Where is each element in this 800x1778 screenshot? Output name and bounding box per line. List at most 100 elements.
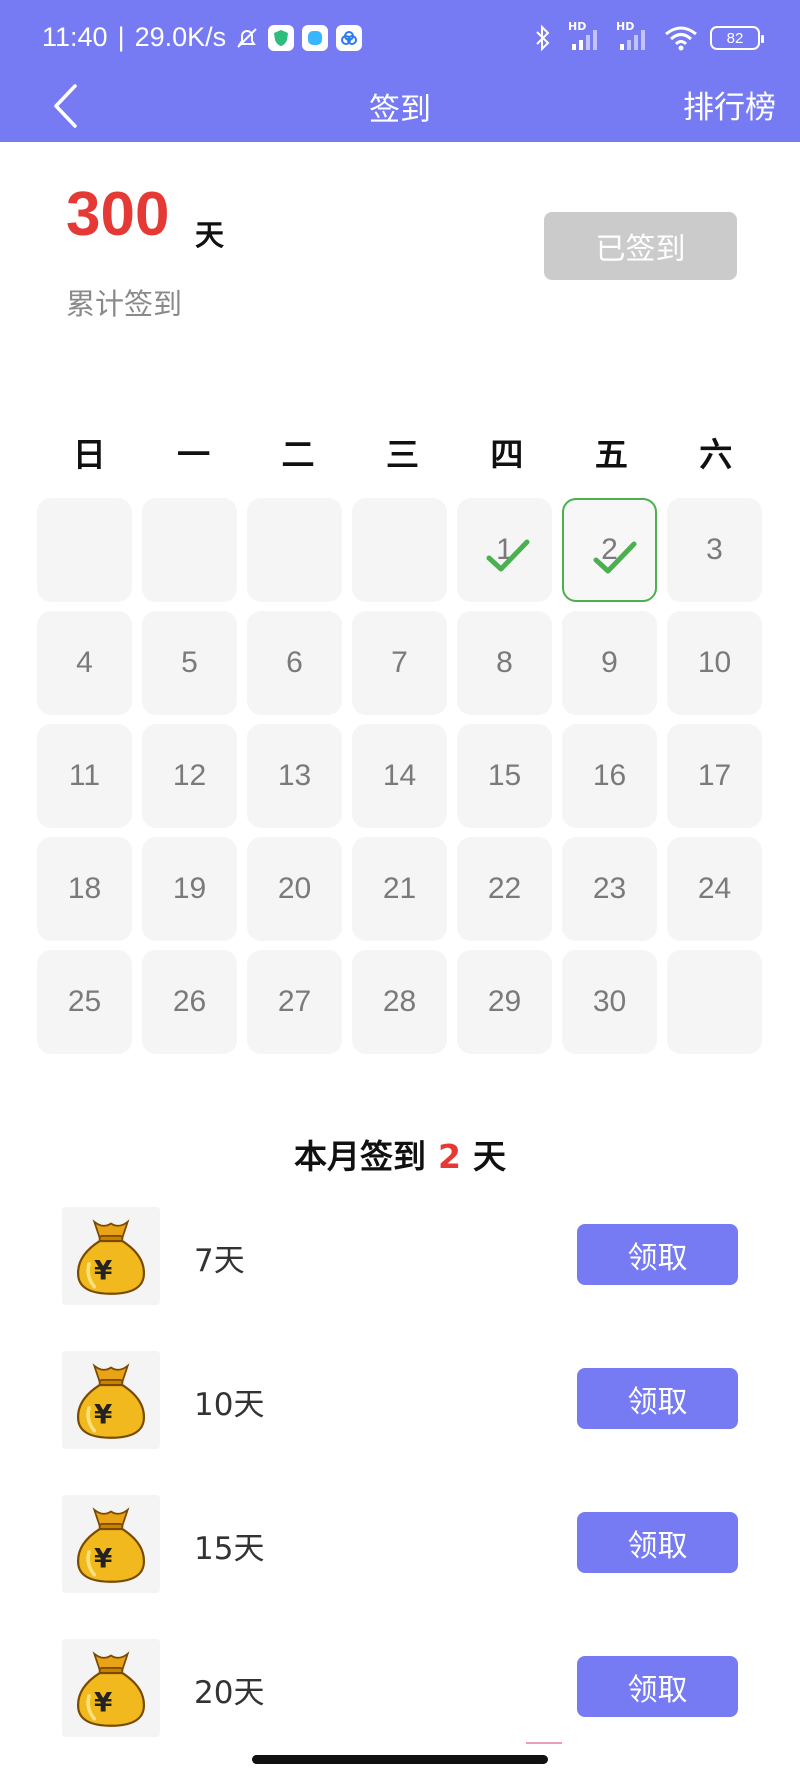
calendar-day-number: 6: [286, 646, 303, 679]
weekday-label: 四: [490, 435, 524, 474]
svg-text:¥: ¥: [94, 1545, 112, 1575]
shield-app-icon: [268, 24, 295, 51]
reward-row: ¥15天 领取: [62, 1495, 738, 1595]
calendar-day[interactable]: 18: [37, 837, 132, 941]
calendar-day[interactable]: 12: [142, 724, 237, 828]
calendar-day[interactable]: 21: [352, 837, 447, 941]
reward-row: ¥10天 领取: [62, 1351, 738, 1451]
calendar-day[interactable]: 19: [142, 837, 237, 941]
signal-hd-icon: HD: [616, 20, 652, 52]
month-summary-suffix: 天: [472, 1137, 506, 1176]
bluetooth-icon: [530, 24, 556, 52]
calendar-day-number: 5: [181, 646, 198, 679]
calendar-day-number: 25: [67, 985, 102, 1018]
status-right: HD HD 82: [530, 20, 764, 52]
calendar-day[interactable]: 5: [142, 611, 237, 715]
ranking-link[interactable]: 排行榜: [683, 82, 776, 127]
cloud-app-icon: [336, 24, 363, 51]
reward-days-label: 10天: [194, 1387, 265, 1423]
calendar-day-number: 3: [706, 533, 723, 566]
calendar-day[interactable]: 7: [352, 611, 447, 715]
wifi-icon: [664, 25, 698, 51]
calendar-day[interactable]: 17: [667, 724, 762, 828]
calendar-day-number: 15: [487, 759, 522, 792]
month-checkin-count: 2: [438, 1137, 461, 1176]
reward-row: ¥20天 领取: [62, 1639, 738, 1739]
calendar-day[interactable]: 8: [457, 611, 552, 715]
calendar-day-empty: [667, 950, 762, 1054]
calendar-day-number: 17: [697, 759, 732, 792]
calendar-day[interactable]: 23: [562, 837, 657, 941]
calendar-day[interactable]: 26: [142, 950, 237, 1054]
calendar-day[interactable]: 2: [562, 498, 657, 602]
calendar-day[interactable]: 6: [247, 611, 342, 715]
calendar-day-number: 7: [391, 646, 408, 679]
weekday-label: 五: [594, 435, 628, 474]
total-checkin-count: 300: [66, 180, 170, 249]
month-checkin-summary: 本月签到 2 天: [0, 1130, 800, 1178]
scroll-mark: [526, 1742, 562, 1744]
calendar-day-empty: [37, 498, 132, 602]
calendar-day-number: 8: [496, 646, 513, 679]
total-checkin-label: 累计签到: [66, 287, 183, 321]
weekday-label: 二: [281, 435, 315, 474]
nav-bar: 签到 排行榜: [0, 78, 800, 142]
calendar-day[interactable]: 24: [667, 837, 762, 941]
claim-reward-button[interactable]: 领取: [577, 1224, 738, 1285]
status-bar: 11:40 | 29.0K/s HD HD 82: [0, 0, 800, 78]
calendar-day[interactable]: 27: [247, 950, 342, 1054]
battery-indicator: 82: [710, 26, 764, 50]
signed-in-button[interactable]: 已签到: [544, 212, 737, 280]
money-bag-icon: ¥: [62, 1351, 160, 1449]
signal-hd-icon: HD: [568, 20, 604, 52]
calendar-day-number: 11: [68, 759, 101, 792]
calendar-day-empty: [352, 498, 447, 602]
money-bag-icon: ¥: [62, 1495, 160, 1593]
calendar-day-number: 23: [592, 872, 627, 905]
calendar-day-number: 20: [277, 872, 312, 905]
bell-muted-icon: [234, 25, 260, 51]
claim-reward-button[interactable]: 领取: [577, 1512, 738, 1573]
calendar-day-number: 21: [382, 872, 417, 905]
calendar-day-number: 10: [697, 646, 732, 679]
calendar-day[interactable]: 30: [562, 950, 657, 1054]
calendar-day-number: 28: [382, 985, 417, 1018]
calendar-day-number: 12: [172, 759, 207, 792]
reward-days-label: 7天: [194, 1243, 245, 1279]
calendar-day[interactable]: 3: [667, 498, 762, 602]
claim-reward-button[interactable]: 领取: [577, 1656, 738, 1717]
calendar-day[interactable]: 11: [37, 724, 132, 828]
calendar-day-number: 4: [76, 646, 93, 679]
home-indicator[interactable]: [252, 1755, 548, 1764]
weekday-header: 日 一 二 三 四 五 六: [37, 428, 768, 476]
calendar-day[interactable]: 20: [247, 837, 342, 941]
calendar-day[interactable]: 22: [457, 837, 552, 941]
calendar-day-empty: [247, 498, 342, 602]
calendar-day[interactable]: 13: [247, 724, 342, 828]
calendar-day-number: 14: [382, 759, 417, 792]
svg-text:¥: ¥: [94, 1689, 112, 1719]
calendar-day-number: 24: [697, 872, 732, 905]
network-speed: 29.0K/s: [134, 22, 227, 52]
checkmark-icon: [485, 536, 531, 576]
reward-days-label: 15天: [194, 1531, 265, 1567]
calendar-day-number: 30: [592, 985, 627, 1018]
calendar-day[interactable]: 16: [562, 724, 657, 828]
calendar-day[interactable]: 15: [457, 724, 552, 828]
calendar-day[interactable]: 28: [352, 950, 447, 1054]
weekday-label: 六: [699, 435, 733, 474]
calendar-day-number: 22: [487, 872, 522, 905]
calendar-day-number: 16: [592, 759, 627, 792]
claim-reward-button[interactable]: 领取: [577, 1368, 738, 1429]
calendar-day[interactable]: 25: [37, 950, 132, 1054]
calendar-day[interactable]: 14: [352, 724, 447, 828]
calendar-day[interactable]: 10: [667, 611, 762, 715]
calendar-day-number: 18: [67, 872, 102, 905]
calendar-day[interactable]: 1: [457, 498, 552, 602]
money-bag-icon: ¥: [62, 1639, 160, 1737]
svg-text:¥: ¥: [94, 1257, 112, 1287]
calendar-day[interactable]: 9: [562, 611, 657, 715]
calendar-day[interactable]: 4: [37, 611, 132, 715]
calendar-day[interactable]: 29: [457, 950, 552, 1054]
chat-app-icon: [302, 24, 329, 51]
